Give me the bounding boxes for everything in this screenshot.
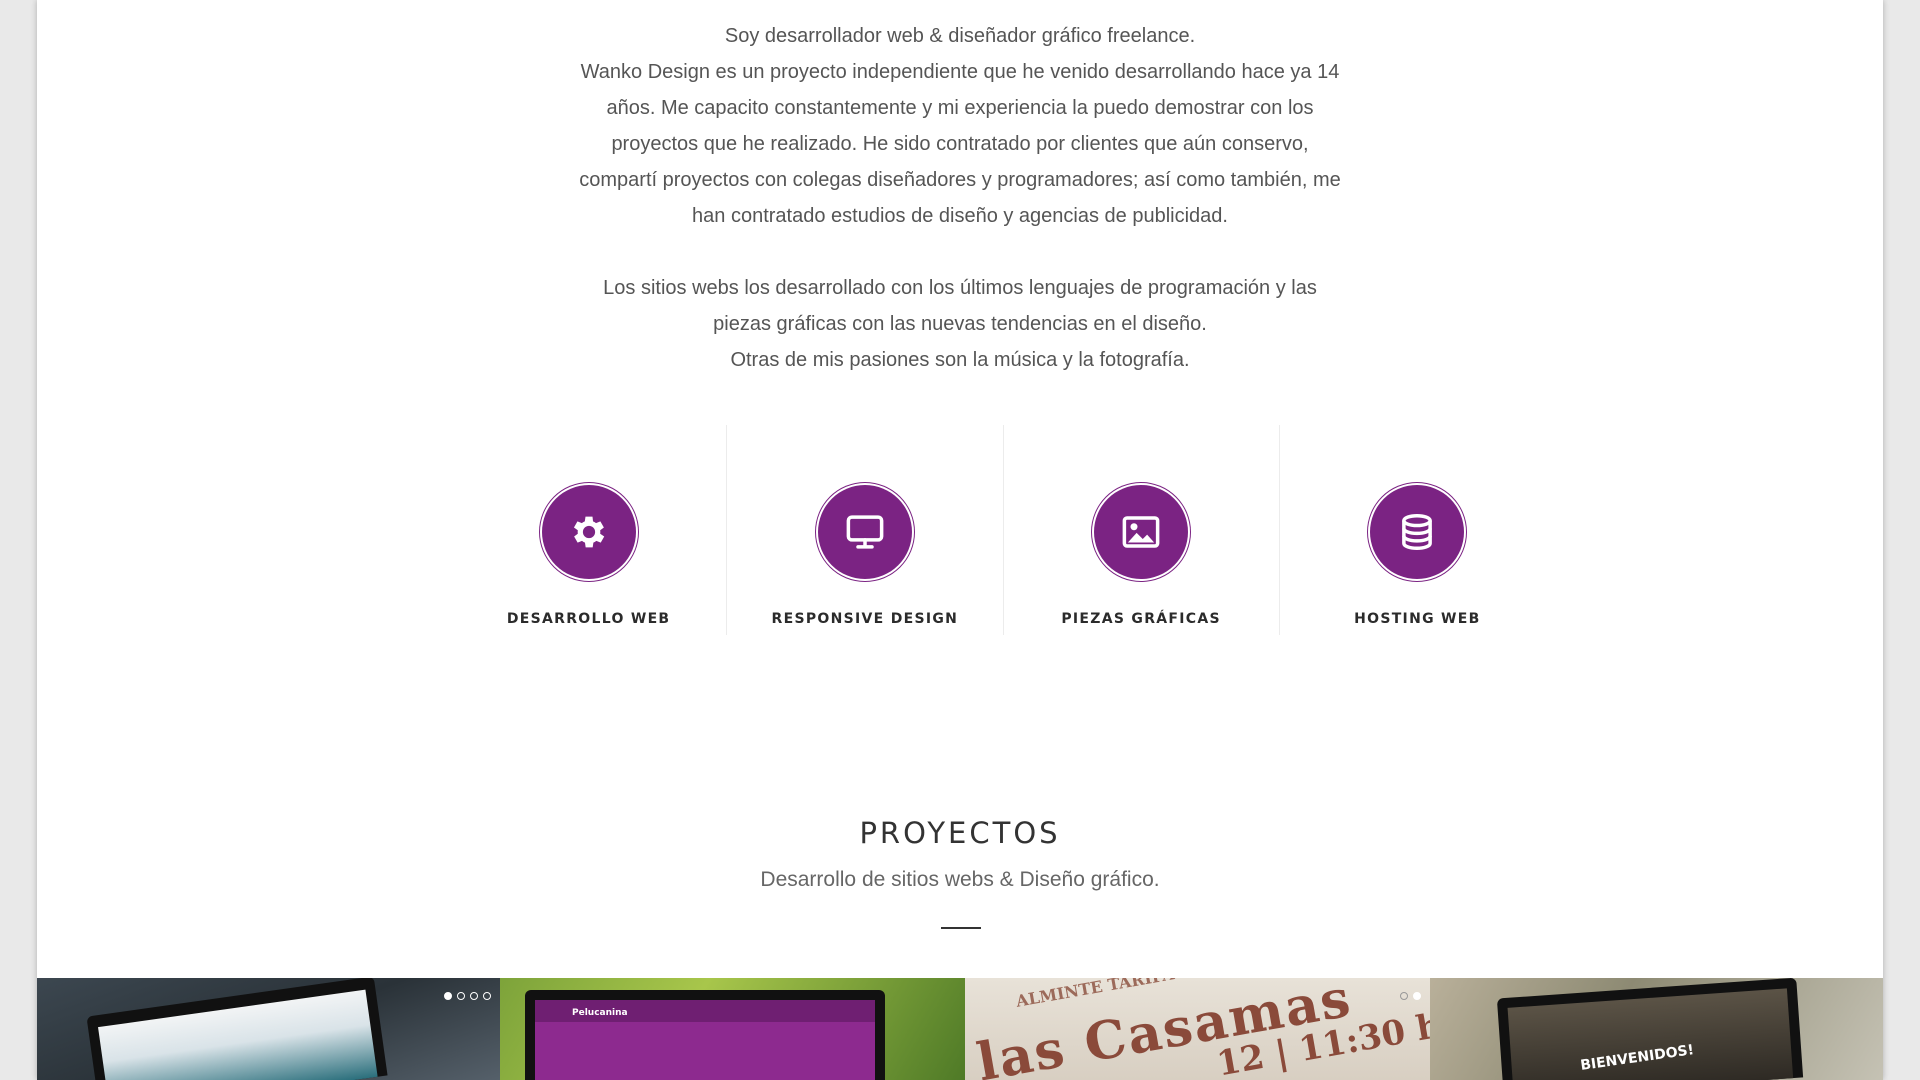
project-site-label: Pelucanina: [572, 1008, 628, 1018]
intro-line: piezas gráficas con las nuevas tendencia…: [713, 313, 1207, 335]
intro-line: Soy desarrollador web & diseñador gráfic…: [724, 25, 1196, 47]
slider-dot[interactable]: [457, 992, 465, 1000]
intro-paragraph-2: Los sitios webs los desarrollado con los…: [37, 270, 1883, 378]
slider-dot[interactable]: [1413, 992, 1421, 1000]
slider-dot[interactable]: [470, 992, 478, 1000]
service-hosting-web[interactable]: HOSTING WEB: [1278, 425, 1555, 635]
service-icon-circle: [1094, 485, 1189, 579]
services-row: DESARROLLO WEB RESPONSIVE DESIGN PIEZAS …: [451, 425, 1555, 635]
projects-subtitle: Desarrollo de sitios webs & Diseño gráfi…: [760, 868, 1160, 891]
project-tile[interactable]: ALMINTE TARIFA las Casamas 12 | 11:30 ho…: [965, 978, 1430, 1080]
monitor-icon: [846, 515, 884, 549]
service-desarrollo-web[interactable]: DESARROLLO WEB: [451, 425, 726, 635]
slider-dot[interactable]: [483, 992, 491, 1000]
project-tile[interactable]: BIENVENIDOS!: [1430, 978, 1883, 1080]
slider-dot[interactable]: [1400, 992, 1408, 1000]
project-tile[interactable]: Pelucanina: [500, 978, 965, 1080]
intro-line: compartí proyectos con colegas diseñador…: [579, 169, 1341, 191]
projects-gallery: Pelucanina ALMINTE TARIFA las Casamas 12…: [37, 978, 1883, 1080]
intro-paragraph-1: Soy desarrollador web & diseñador gráfic…: [37, 18, 1883, 234]
slider-dots: [1400, 992, 1421, 1000]
image-icon: [1122, 516, 1160, 548]
project-tile[interactable]: [37, 978, 500, 1080]
projects-title: PROYECTOS: [859, 816, 1061, 850]
service-label: RESPONSIVE DESIGN: [771, 611, 959, 627]
service-responsive-design[interactable]: RESPONSIVE DESIGN: [726, 425, 1002, 635]
service-label: HOSTING WEB: [1354, 611, 1481, 627]
gear-icon: [573, 516, 604, 548]
laptop-mockup: [525, 990, 885, 1080]
projects-divider: [941, 927, 981, 929]
intro-line: años. Me capacito constantemente y mi ex…: [606, 97, 1314, 119]
service-icon-circle: [1370, 485, 1465, 579]
page-container: Soy desarrollador web & diseñador gráfic…: [37, 0, 1883, 1080]
laptop-mockup: [1496, 978, 1804, 1080]
service-icon-circle: [817, 485, 912, 579]
intro-line: Otras de mis pasiones son la música y la…: [730, 349, 1190, 371]
service-icon-circle: [541, 485, 636, 579]
laptop-mockup: [86, 978, 388, 1080]
slider-dot[interactable]: [444, 992, 452, 1000]
database-icon: [1402, 513, 1433, 551]
laptop-screen: [1507, 988, 1794, 1080]
intro-text: Soy desarrollador web & diseñador gráfic…: [37, 18, 1883, 414]
laptop-screen: [98, 989, 378, 1080]
service-piezas-graficas[interactable]: PIEZAS GRÁFICAS: [1002, 425, 1279, 635]
service-label: PIEZAS GRÁFICAS: [1061, 611, 1221, 627]
service-label: DESARROLLO WEB: [506, 611, 671, 627]
intro-line: Wanko Design es un proyecto independient…: [580, 61, 1340, 83]
intro-line: proyectos que he realizado. He sido cont…: [611, 133, 1309, 155]
intro-line: Los sitios webs los desarrollado con los…: [603, 277, 1317, 299]
slider-dots: [444, 992, 491, 1000]
intro-line: han contratado estudios de diseño y agen…: [692, 205, 1228, 227]
